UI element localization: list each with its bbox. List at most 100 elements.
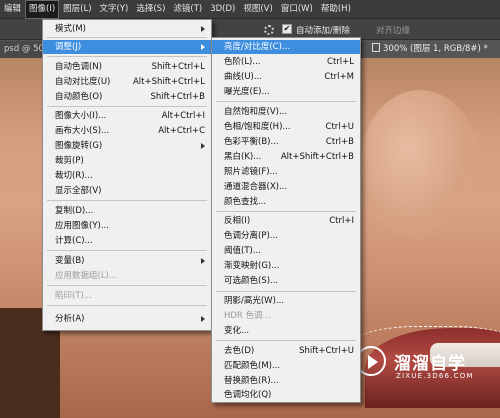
menu-item-hue-saturation[interactable]: 色相/饱和度(H)... Ctrl+U [212,120,360,134]
menu-item-label: 去色(D) [224,346,255,356]
menu-item-invert[interactable]: 反相(I) Ctrl+I [212,214,360,228]
menu-item-label: 自动对比度(U) [55,77,111,87]
gear-icon[interactable] [264,25,274,35]
menu-item-levels[interactable]: 色阶(L)... Ctrl+L [212,55,360,69]
menu-separator [216,211,356,212]
menu-item-variations[interactable]: 变化... [212,324,360,338]
menu-item-vibrance[interactable]: 自然饱和度(V)... [212,105,360,119]
menu-item-trim[interactable]: 裁切(R)... [43,169,211,183]
auto-add-delete-checkbox[interactable]: ✔ [282,24,292,34]
submenu-arrow-icon [201,258,205,264]
menu-item-shadows-highlights[interactable]: 阴影/高光(W)... [212,294,360,308]
tab-document-2-label: 300% (图层 1, RGB/8#) * [383,44,488,54]
menu-item-threshold[interactable]: 阈值(T)... [212,244,360,258]
menu-item-hdr-toning: HDR 色调... [212,309,360,323]
menu-item-label: 色彩平衡(B)... [224,137,279,147]
menu-item-label: 颜色查找... [224,197,267,207]
menu-item-label: 色阶(L)... [224,57,261,67]
menu-item-image-size[interactable]: 图像大小(I)... Alt+Ctrl+I [43,109,211,123]
menu-item-label: 裁切(R)... [55,171,93,181]
menu-view[interactable]: 视图(V) [239,0,276,19]
menu-item-auto-tone[interactable]: 自动色调(N) Shift+Ctrl+L [43,60,211,74]
submenu-arrow-icon [201,143,205,149]
menu-image[interactable]: 图像(I) [25,0,60,19]
menu-item-shortcut: Shift+Ctrl+U [299,346,354,356]
menu-item-photo-filter[interactable]: 照片滤镜(F)... [212,165,360,179]
menu-item-label: 反相(I) [224,216,251,226]
menu-item-label: 自动颜色(O) [55,92,103,102]
photo-nose [360,90,480,240]
menu-item-channel-mixer[interactable]: 通道混合器(X)... [212,180,360,194]
menu-item-black-white[interactable]: 黑白(K)... Alt+Shift+Ctrl+B [212,150,360,164]
menu-item-calculations[interactable]: 计算(C)... [43,234,211,248]
menu-item-label: 替换颜色(R)... [224,376,279,386]
menu-edit[interactable]: 编辑 [0,0,25,19]
menu-item-label: 亮度/对比度(C)... [224,42,291,52]
menu-item-label: 显示全部(V) [55,186,102,196]
menu-item-mode[interactable]: 模式(M) [43,22,211,36]
menu-item-label: 变化... [224,326,250,336]
submenu-arrow-icon [201,26,205,32]
menu-item-label: HDR 色调... [224,311,271,321]
menu-item-label: 调整(J) [55,42,82,52]
menu-item-canvas-size[interactable]: 画布大小(S)... Alt+Ctrl+C [43,124,211,138]
menu-item-color-lookup[interactable]: 颜色查找... [212,195,360,209]
menu-select[interactable]: 选择(S) [132,0,169,19]
menu-item-selective-color[interactable]: 可选颜色(S)... [212,274,360,288]
menu-separator [47,56,207,57]
menu-item-image-rotation[interactable]: 图像旋转(G) [43,139,211,153]
menu-item-reveal-all[interactable]: 显示全部(V) [43,184,211,198]
menu-item-label: 复制(D)... [55,206,94,216]
menu-item-exposure[interactable]: 曝光度(E)... [212,85,360,99]
menu-item-shortcut: Alt+Shift+Ctrl+B [280,152,354,162]
menu-item-label: 渐变映射(G)... [224,261,280,271]
menu-item-shortcut: Shift+Ctrl+L [151,62,205,72]
menu-item-shortcut: Shift+Ctrl+B [150,92,205,102]
menu-separator [47,285,207,286]
menu-item-replace-color[interactable]: 替换颜色(R)... [212,374,360,388]
menu-separator [216,340,356,341]
menu-item-shortcut: Alt+Ctrl+I [161,111,205,121]
menu-item-color-balance[interactable]: 色彩平衡(B)... Ctrl+B [212,135,360,149]
menu-item-label: 阴影/高光(W)... [224,296,285,306]
menu-item-apply-image[interactable]: 应用图像(Y)... [43,219,211,233]
menu-item-gradient-map[interactable]: 渐变映射(G)... [212,259,360,273]
menu-bar: 编辑 图像(I) 图层(L) 文字(Y) 选择(S) 滤镜(T) 3D(D) 视… [0,0,500,19]
align-edges-label[interactable]: 对齐边缘 [376,24,410,36]
menu-item-match-color[interactable]: 匹配颜色(M)... [212,359,360,373]
menu-item-analysis[interactable]: 分析(A) [43,312,211,326]
menu-item-auto-contrast[interactable]: 自动对比度(U) Alt+Shift+Ctrl+L [43,75,211,89]
menu-item-variables[interactable]: 变量(B) [43,254,211,268]
menu-item-brightness-contrast[interactable]: 亮度/对比度(C)... [212,40,360,54]
menu-item-shortcut: Ctrl+B [325,137,354,147]
menu-item-duplicate[interactable]: 复制(D)... [43,204,211,218]
menu-item-posterize[interactable]: 色调分离(P)... [212,229,360,243]
menu-separator [47,200,207,201]
menu-item-shortcut: Ctrl+I [329,216,354,226]
menu-item-label: 自然饱和度(V)... [224,107,288,117]
menu-item-adjustments[interactable]: 调整(J) [43,40,211,54]
menu-item-auto-color[interactable]: 自动颜色(O) Shift+Ctrl+B [43,90,211,104]
menu-item-label: 计算(C)... [55,236,93,246]
tab-document-2[interactable]: 300% (图层 1, RGB/8#) * [362,41,500,58]
menu-item-shortcut: Ctrl+M [324,72,354,82]
menu-3d[interactable]: 3D(D) [206,0,239,19]
menu-item-desaturate[interactable]: 去色(D) Shift+Ctrl+U [212,344,360,358]
submenu-arrow-icon [201,44,205,50]
menu-item-curves[interactable]: 曲线(U)... Ctrl+M [212,70,360,84]
adjustments-submenu: 亮度/对比度(C)... 色阶(L)... Ctrl+L 曲线(U)... Ctrl… [211,37,361,403]
menu-help[interactable]: 帮助(H) [317,0,355,19]
menu-separator [216,291,356,292]
auto-add-delete-label: 自动添加/删除 [296,26,350,36]
menu-separator [216,101,356,102]
watermark-subtitle: ZIXUE.3D66.COM [396,372,474,380]
menu-filter[interactable]: 滤镜(T) [169,0,206,19]
menu-layer[interactable]: 图层(L) [59,0,95,19]
menu-item-equalize[interactable]: 色调均化(Q) [212,388,360,402]
menu-item-crop[interactable]: 裁剪(P) [43,154,211,168]
menu-window[interactable]: 窗口(W) [277,0,317,19]
menu-type[interactable]: 文字(Y) [96,0,133,19]
menu-item-label: 阈值(T)... [224,246,261,256]
menu-separator [47,37,207,38]
menu-item-label: 图像旋转(G) [55,141,103,151]
